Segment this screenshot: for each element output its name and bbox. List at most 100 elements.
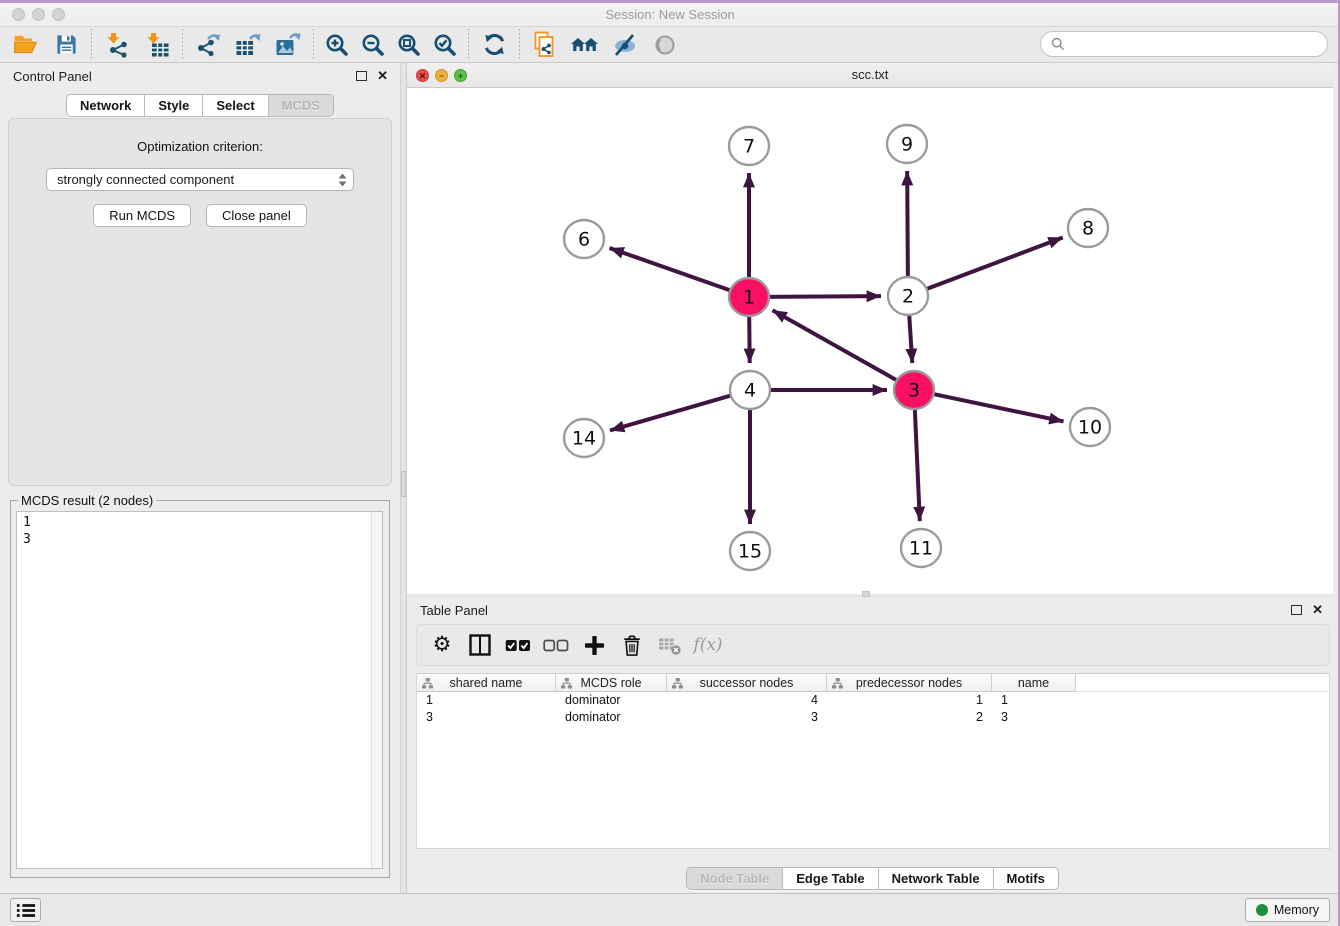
open-session-button[interactable]: [6, 29, 46, 61]
graph-edge-3-1[interactable]: [773, 310, 904, 384]
mcds-result-area[interactable]: 1 3: [16, 511, 383, 869]
column-header-name[interactable]: name: [992, 674, 1076, 692]
memory-button[interactable]: Memory: [1245, 898, 1330, 922]
mcds-tab-content: Optimization criterion: strongly connect…: [8, 118, 392, 486]
table-settings-button[interactable]: ⚙: [425, 629, 459, 661]
graph-edge-2-8[interactable]: [919, 238, 1063, 292]
copy-network-icon: [532, 31, 558, 58]
cell-predecessor_nodes: 1: [827, 692, 992, 709]
tab-motifs[interactable]: Motifs: [993, 868, 1058, 889]
graph-edge-1-2[interactable]: [761, 296, 881, 297]
column-header-shared_name[interactable]: shared name: [417, 674, 556, 692]
show-panels-button[interactable]: [10, 898, 41, 922]
import-network-icon: [104, 32, 130, 58]
save-session-button[interactable]: [46, 29, 86, 61]
table-panel-title: Table Panel: [420, 603, 488, 618]
tab-select[interactable]: Select: [202, 95, 267, 116]
cell-name: 3: [992, 709, 1076, 726]
fit-content-button[interactable]: [391, 29, 427, 61]
trash-icon: [622, 634, 642, 657]
float-table-panel-icon[interactable]: [1291, 605, 1302, 615]
minimize-network-button[interactable]: −: [435, 69, 448, 82]
maximize-network-button[interactable]: +: [454, 69, 467, 82]
zoom-out-button[interactable]: [355, 29, 391, 61]
graph-edge-3-10[interactable]: [926, 392, 1064, 421]
graph-edge-3-11[interactable]: [915, 402, 920, 521]
function-builder-button: f(x): [691, 629, 725, 661]
close-table-panel-icon[interactable]: ✕: [1312, 602, 1323, 618]
graph-edge-4-14[interactable]: [610, 393, 739, 430]
tab-style[interactable]: Style: [144, 95, 202, 116]
tab-edge-table[interactable]: Edge Table: [782, 868, 877, 889]
tab-network[interactable]: Network: [67, 95, 144, 116]
table-panel-header: Table Panel ✕: [407, 597, 1338, 623]
zoom-in-button[interactable]: [319, 29, 355, 61]
network-window-controls: ✕ − +: [416, 69, 467, 82]
zoom-window-button[interactable]: [52, 8, 65, 21]
table-row[interactable]: 1dominator411: [417, 692, 1329, 709]
export-image-button[interactable]: [268, 29, 308, 61]
plus-icon: [584, 635, 605, 656]
first-neighbors-button[interactable]: [565, 29, 605, 61]
network-canvas[interactable]: 1234678910111415: [407, 88, 1333, 593]
export-network-icon: [195, 32, 221, 58]
vertical-splitter-handle[interactable]: [401, 471, 406, 497]
control-panel-header: Control Panel ✕: [0, 63, 400, 89]
export-table-button[interactable]: [228, 29, 268, 61]
network-view-window: ✕ − + scc.txt 1234678910111415: [407, 63, 1333, 594]
search-input[interactable]: [1071, 37, 1317, 52]
import-table-icon: [144, 32, 170, 58]
status-bar: Memory: [0, 893, 1340, 926]
save-icon: [55, 33, 78, 56]
deselect-all-button[interactable]: [539, 629, 573, 661]
graph-edge-1-6[interactable]: [609, 248, 737, 293]
float-panel-icon[interactable]: [356, 71, 367, 81]
search-icon: [1051, 37, 1065, 51]
delete-column-button[interactable]: [615, 629, 649, 661]
result-scrollbar[interactable]: [371, 512, 382, 868]
apply-layout-button[interactable]: [474, 29, 514, 61]
zoom-out-icon: [360, 32, 386, 58]
select-all-button[interactable]: [501, 629, 535, 661]
eye-slash-icon: [612, 32, 638, 58]
column-header-mcds_role[interactable]: MCDS role: [556, 674, 667, 692]
tab-mcds[interactable]: MCDS: [268, 95, 333, 116]
close-network-button[interactable]: ✕: [416, 69, 429, 82]
tab-node-table[interactable]: Node Table: [687, 868, 782, 889]
column-header-successor_nodes[interactable]: successor nodes: [667, 674, 827, 692]
search-box[interactable]: [1040, 31, 1328, 57]
criterion-select[interactable]: strongly connected component: [46, 168, 354, 191]
run-mcds-button[interactable]: Run MCDS: [93, 204, 191, 227]
cell-successor_nodes: 4: [667, 692, 827, 709]
import-network-button[interactable]: [97, 29, 137, 61]
graph-edge-2-3[interactable]: [909, 308, 913, 363]
application-window: Session: New Session: [0, 0, 1340, 926]
graph-node-label-7: 7: [743, 136, 755, 158]
add-column-button[interactable]: [577, 629, 611, 661]
show-hide-button[interactable]: [605, 29, 645, 61]
refresh-icon: [482, 32, 507, 57]
fit-content-icon: [396, 32, 422, 58]
export-network-button[interactable]: [188, 29, 228, 61]
graph-node-label-2: 2: [902, 286, 914, 308]
column-header-predecessor_nodes[interactable]: predecessor nodes: [827, 674, 992, 692]
mcds-result-text: 1 3: [23, 514, 368, 866]
graph-node-label-1: 1: [743, 287, 755, 309]
graph-edge-2-9[interactable]: [907, 171, 908, 284]
table-row[interactable]: 3dominator323: [417, 709, 1329, 726]
new-network-from-selection-button[interactable]: [525, 29, 565, 61]
toggle-column-view-button[interactable]: [463, 629, 497, 661]
vertical-splitter[interactable]: [400, 63, 407, 893]
control-panel-title: Control Panel: [13, 69, 92, 84]
close-panel-button[interactable]: Close panel: [206, 204, 307, 227]
mcds-result-title: MCDS result (2 nodes): [18, 493, 156, 508]
close-window-button[interactable]: [12, 8, 25, 21]
toolbar-separator: [182, 29, 183, 61]
close-control-panel-icon[interactable]: ✕: [377, 68, 388, 84]
table-body: 1dominator4113dominator323: [417, 692, 1329, 726]
import-table-button[interactable]: [137, 29, 177, 61]
minimize-window-button[interactable]: [32, 8, 45, 21]
deselect-all-icon: [543, 639, 569, 652]
tab-network-table[interactable]: Network Table: [878, 868, 993, 889]
zoom-selected-button[interactable]: [427, 29, 463, 61]
